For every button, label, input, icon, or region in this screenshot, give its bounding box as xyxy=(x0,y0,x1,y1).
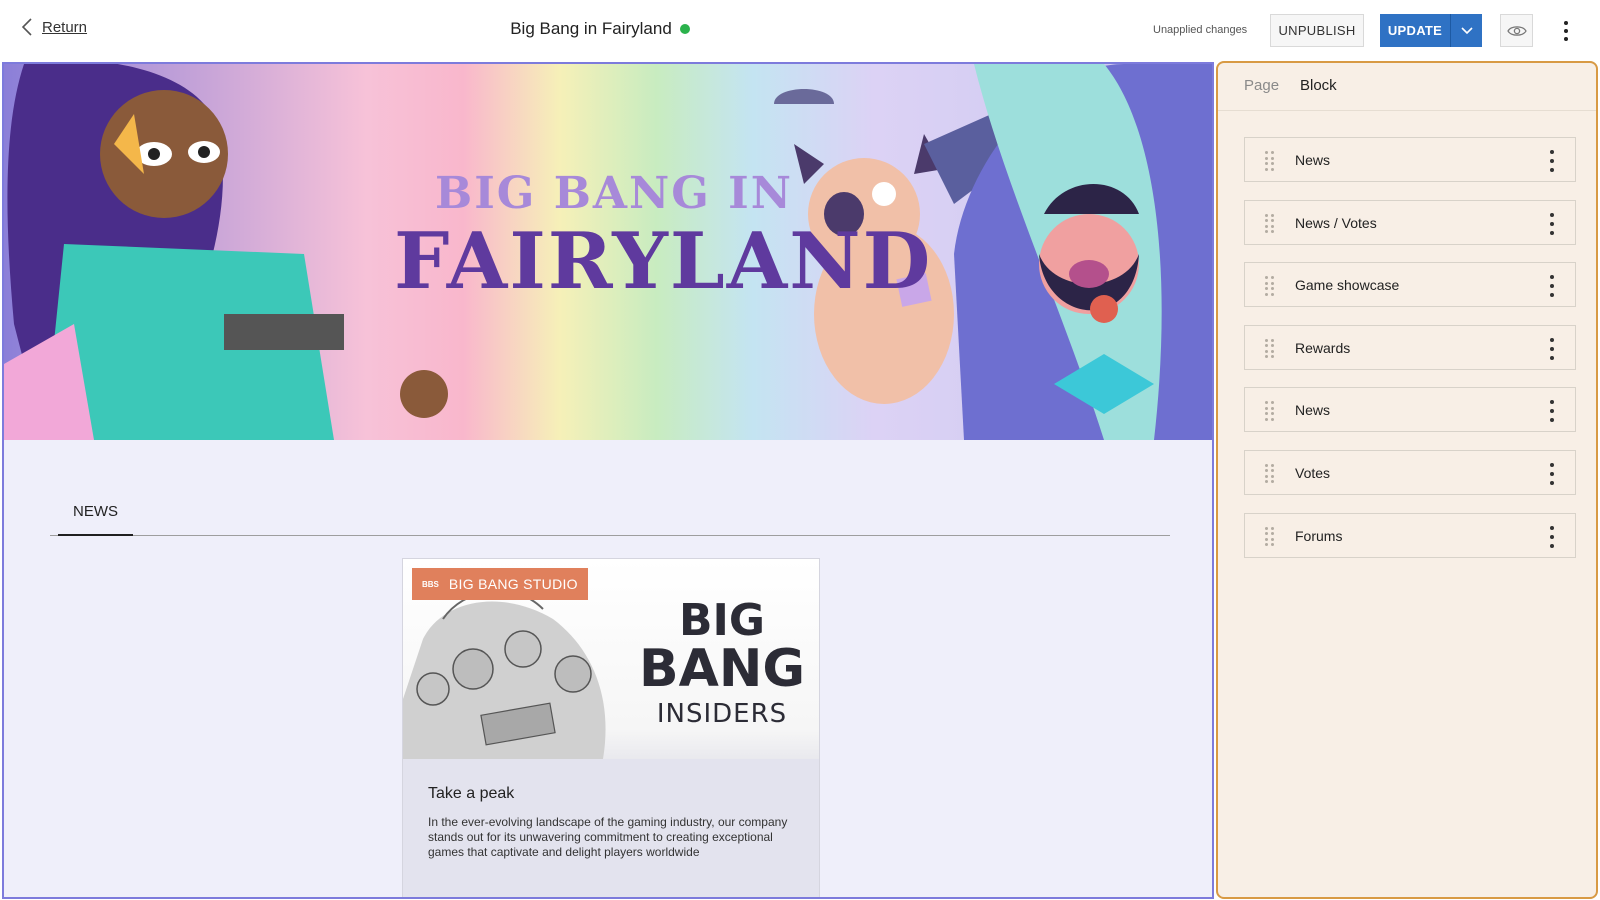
top-bar: Return Big Bang in Fairyland Unapplied c… xyxy=(0,0,1600,62)
kebab-menu-icon[interactable] xyxy=(1549,400,1555,423)
insiders-logo-line1: BIG xyxy=(678,595,766,646)
block-item-label: News / Votes xyxy=(1295,214,1377,231)
block-item-game-showcase[interactable]: Game showcase xyxy=(1244,262,1576,308)
news-card-description: In the ever-evolving landscape of the ga… xyxy=(428,815,788,859)
news-card[interactable]: BBS BIG BANG STUDIO BIG BANG INSIDERS Ta… xyxy=(402,558,820,897)
block-item-label: Votes xyxy=(1295,464,1331,481)
block-item-votes[interactable]: Votes xyxy=(1244,449,1576,495)
studio-badge-label: BIG BANG STUDIO xyxy=(448,576,578,592)
news-card-title: Take a peak xyxy=(428,785,515,802)
block-item-label: News xyxy=(1295,152,1331,168)
preview-eye-button[interactable] xyxy=(1500,14,1533,47)
kebab-menu-icon[interactable] xyxy=(1549,275,1555,298)
kebab-menu-icon[interactable] xyxy=(1549,525,1555,548)
drag-handle-icon[interactable] xyxy=(1265,338,1275,359)
news-card-image: BBS BIG BANG STUDIO BIG BANG INSIDERS xyxy=(403,559,819,759)
published-status-dot xyxy=(679,24,690,34)
hero-logo: BIG BANG IN FAIRYLAND xyxy=(394,168,933,307)
tab-block[interactable]: Block xyxy=(1300,77,1337,94)
kebab-menu-icon[interactable] xyxy=(1549,150,1555,172)
insiders-logo: BIG BANG INSIDERS xyxy=(637,595,807,730)
kebab-menu-icon[interactable] xyxy=(1549,462,1555,485)
page-title: Big Bang in Fairyland xyxy=(0,19,1200,39)
page-title-text: Big Bang in Fairyland xyxy=(510,19,672,38)
drag-handle-icon[interactable] xyxy=(1265,526,1275,547)
eye-icon xyxy=(1506,25,1527,36)
block-item-label: Rewards xyxy=(1295,339,1351,356)
unapplied-changes-text: Unapplied changes xyxy=(1153,24,1248,36)
more-options-button[interactable] xyxy=(1558,16,1574,46)
hero-logo-line1: BIG BANG IN xyxy=(435,168,793,219)
block-item-forums[interactable]: Forums xyxy=(1244,512,1576,558)
unpublish-button[interactable]: UNPUBLISH xyxy=(1270,14,1364,47)
block-item-news-2[interactable]: News xyxy=(1244,387,1576,433)
insiders-logo-line3: INSIDERS xyxy=(656,699,788,729)
page-preview: BIG BANG IN FAIRYLAND NEWS BBS BIG BANG … xyxy=(2,62,1214,899)
block-panel: Page Block News News / Votes Game showca… xyxy=(1216,61,1598,899)
block-item-news[interactable]: News xyxy=(1244,137,1576,182)
hero-logo-line2: FAIRYLAND xyxy=(394,216,933,307)
block-item-label: News xyxy=(1295,402,1331,419)
hero-banner: BIG BANG IN FAIRYLAND xyxy=(4,64,1212,440)
panel-tabs: Page Block xyxy=(1218,63,1596,111)
tab-page[interactable]: Page xyxy=(1244,77,1279,94)
block-item-news-votes[interactable]: News / Votes xyxy=(1244,199,1576,245)
update-button-group: UPDATE xyxy=(1380,14,1482,47)
chevron-down-icon xyxy=(1460,26,1473,34)
drag-handle-icon[interactable] xyxy=(1265,463,1275,484)
section-tabs: NEWS xyxy=(50,488,1170,536)
block-item-label: Game showcase xyxy=(1295,277,1400,294)
studio-badge: BBS BIG BANG STUDIO xyxy=(412,568,588,600)
block-item-label: Forums xyxy=(1295,527,1343,544)
block-item-rewards[interactable]: Rewards xyxy=(1244,324,1576,370)
tab-news[interactable]: NEWS xyxy=(58,488,133,536)
drag-handle-icon[interactable] xyxy=(1265,401,1275,421)
kebab-menu-icon xyxy=(1564,21,1568,41)
insiders-logo-line2: BANG xyxy=(638,639,806,699)
studio-logo-mini: BBS xyxy=(422,579,439,589)
block-list: News News / Votes Game showcase Rewards … xyxy=(1244,137,1576,575)
update-button[interactable]: UPDATE xyxy=(1380,14,1450,47)
kebab-menu-icon[interactable] xyxy=(1549,337,1555,360)
kebab-menu-icon[interactable] xyxy=(1549,212,1555,235)
update-dropdown-button[interactable] xyxy=(1450,14,1482,47)
drag-handle-icon[interactable] xyxy=(1265,213,1275,234)
drag-handle-icon[interactable] xyxy=(1265,276,1275,296)
drag-handle-icon[interactable] xyxy=(1265,151,1275,171)
